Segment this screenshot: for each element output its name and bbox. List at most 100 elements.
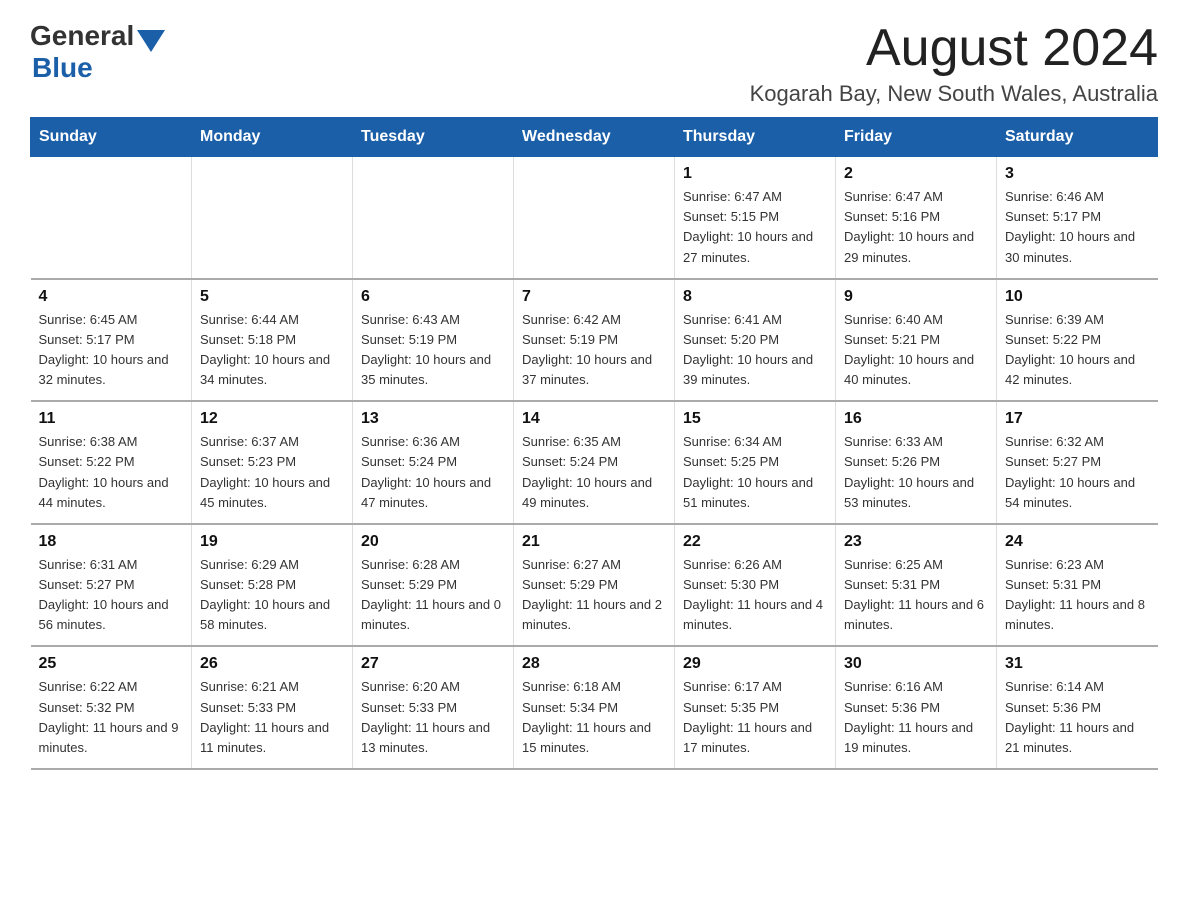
calendar-cell (192, 157, 353, 279)
calendar-cell: 13 Sunrise: 6:36 AMSunset: 5:24 PMDayligh… (353, 401, 514, 524)
calendar-cell: 2 Sunrise: 6:47 AMSunset: 5:16 PMDaylight… (836, 157, 997, 279)
weekday-header-monday: Monday (192, 118, 353, 157)
calendar-cell (514, 157, 675, 279)
day-info: Sunrise: 6:37 AMSunset: 5:23 PMDaylight:… (200, 432, 344, 513)
weekday-header-friday: Friday (836, 118, 997, 157)
calendar-week-row: 4Sunrise: 6:45 AMSunset: 5:17 PMDaylight… (31, 279, 1158, 402)
calendar-cell: 22 Sunrise: 6:26 AMSunset: 5:30 PMDayligh… (675, 524, 836, 647)
calendar-cell: 21Sunrise: 6:27 AMSunset: 5:29 PMDayligh… (514, 524, 675, 647)
day-number: 14 (522, 410, 666, 428)
day-number: 26 (200, 655, 344, 673)
logo-blue-text: Blue (32, 52, 93, 84)
day-info: Sunrise: 6:26 AMSunset: 5:30 PMDaylight:… (683, 555, 827, 636)
calendar-header-row: SundayMondayTuesdayWednesdayThursdayFrid… (31, 118, 1158, 157)
day-number: 31 (1005, 655, 1150, 673)
calendar-cell: 8 Sunrise: 6:41 AMSunset: 5:20 PMDaylight… (675, 279, 836, 402)
day-number: 16 (844, 410, 988, 428)
day-number: 24 (1005, 533, 1150, 551)
day-info: Sunrise: 6:28 AMSunset: 5:29 PMDaylight:… (361, 555, 505, 636)
day-info: Sunrise: 6:47 AMSunset: 5:16 PMDaylight:… (844, 187, 988, 268)
calendar-cell: 18 Sunrise: 6:31 AMSunset: 5:27 PMDayligh… (31, 524, 192, 647)
day-info: Sunrise: 6:23 AMSunset: 5:31 PMDaylight:… (1005, 555, 1150, 636)
calendar-cell (353, 157, 514, 279)
day-info: Sunrise: 6:17 AMSunset: 5:35 PMDaylight:… (683, 677, 827, 758)
calendar-cell: 17Sunrise: 6:32 AMSunset: 5:27 PMDayligh… (997, 401, 1158, 524)
calendar-cell: 7Sunrise: 6:42 AMSunset: 5:19 PMDaylight… (514, 279, 675, 402)
calendar-cell: 31Sunrise: 6:14 AMSunset: 5:36 PMDayligh… (997, 646, 1158, 769)
logo-triangle-icon (137, 30, 165, 52)
weekday-header-sunday: Sunday (31, 118, 192, 157)
day-info: Sunrise: 6:16 AMSunset: 5:36 PMDaylight:… (844, 677, 988, 758)
calendar-cell: 15 Sunrise: 6:34 AMSunset: 5:25 PMDayligh… (675, 401, 836, 524)
day-info: Sunrise: 6:43 AMSunset: 5:19 PMDaylight:… (361, 310, 505, 391)
calendar-cell: 29 Sunrise: 6:17 AMSunset: 5:35 PMDayligh… (675, 646, 836, 769)
day-info: Sunrise: 6:31 AMSunset: 5:27 PMDaylight:… (39, 555, 184, 636)
day-info: Sunrise: 6:34 AMSunset: 5:25 PMDaylight:… (683, 432, 827, 513)
day-number: 1 (683, 165, 827, 183)
day-info: Sunrise: 6:35 AMSunset: 5:24 PMDaylight:… (522, 432, 666, 513)
calendar-cell: 3 Sunrise: 6:46 AMSunset: 5:17 PMDaylight… (997, 157, 1158, 279)
calendar-cell: 14 Sunrise: 6:35 AMSunset: 5:24 PMDayligh… (514, 401, 675, 524)
day-number: 29 (683, 655, 827, 673)
day-info: Sunrise: 6:46 AMSunset: 5:17 PMDaylight:… (1005, 187, 1150, 268)
day-number: 11 (39, 410, 184, 428)
calendar-cell: 4Sunrise: 6:45 AMSunset: 5:17 PMDaylight… (31, 279, 192, 402)
day-number: 20 (361, 533, 505, 551)
day-number: 22 (683, 533, 827, 551)
calendar-cell: 27 Sunrise: 6:20 AMSunset: 5:33 PMDayligh… (353, 646, 514, 769)
day-info: Sunrise: 6:22 AMSunset: 5:32 PMDaylight:… (39, 677, 184, 758)
title-section: August 2024 Kogarah Bay, New South Wales… (750, 20, 1158, 107)
calendar-cell: 19Sunrise: 6:29 AMSunset: 5:28 PMDayligh… (192, 524, 353, 647)
day-number: 3 (1005, 165, 1150, 183)
day-info: Sunrise: 6:40 AMSunset: 5:21 PMDaylight:… (844, 310, 988, 391)
calendar-cell: 26 Sunrise: 6:21 AMSunset: 5:33 PMDayligh… (192, 646, 353, 769)
day-info: Sunrise: 6:29 AMSunset: 5:28 PMDaylight:… (200, 555, 344, 636)
calendar-cell: 16 Sunrise: 6:33 AMSunset: 5:26 PMDayligh… (836, 401, 997, 524)
calendar-cell: 12 Sunrise: 6:37 AMSunset: 5:23 PMDayligh… (192, 401, 353, 524)
day-number: 23 (844, 533, 988, 551)
calendar-cell: 28 Sunrise: 6:18 AMSunset: 5:34 PMDayligh… (514, 646, 675, 769)
day-info: Sunrise: 6:20 AMSunset: 5:33 PMDaylight:… (361, 677, 505, 758)
day-number: 15 (683, 410, 827, 428)
day-number: 27 (361, 655, 505, 673)
weekday-header-wednesday: Wednesday (514, 118, 675, 157)
calendar-cell: 10Sunrise: 6:39 AMSunset: 5:22 PMDayligh… (997, 279, 1158, 402)
calendar-week-row: 25Sunrise: 6:22 AMSunset: 5:32 PMDayligh… (31, 646, 1158, 769)
day-number: 21 (522, 533, 666, 551)
location-title: Kogarah Bay, New South Wales, Australia (750, 81, 1158, 107)
day-info: Sunrise: 6:25 AMSunset: 5:31 PMDaylight:… (844, 555, 988, 636)
day-info: Sunrise: 6:45 AMSunset: 5:17 PMDaylight:… (39, 310, 184, 391)
day-info: Sunrise: 6:32 AMSunset: 5:27 PMDaylight:… (1005, 432, 1150, 513)
day-number: 30 (844, 655, 988, 673)
day-number: 7 (522, 288, 666, 306)
day-info: Sunrise: 6:41 AMSunset: 5:20 PMDaylight:… (683, 310, 827, 391)
day-number: 28 (522, 655, 666, 673)
day-number: 12 (200, 410, 344, 428)
calendar-cell (31, 157, 192, 279)
calendar-week-row: 11 Sunrise: 6:38 AMSunset: 5:22 PMDayligh… (31, 401, 1158, 524)
calendar-cell: 1Sunrise: 6:47 AMSunset: 5:15 PMDaylight… (675, 157, 836, 279)
weekday-header-thursday: Thursday (675, 118, 836, 157)
weekday-header-tuesday: Tuesday (353, 118, 514, 157)
day-info: Sunrise: 6:36 AMSunset: 5:24 PMDaylight:… (361, 432, 505, 513)
day-info: Sunrise: 6:38 AMSunset: 5:22 PMDaylight:… (39, 432, 184, 513)
day-number: 9 (844, 288, 988, 306)
calendar-cell: 11 Sunrise: 6:38 AMSunset: 5:22 PMDayligh… (31, 401, 192, 524)
day-info: Sunrise: 6:33 AMSunset: 5:26 PMDaylight:… (844, 432, 988, 513)
day-info: Sunrise: 6:44 AMSunset: 5:18 PMDaylight:… (200, 310, 344, 391)
month-title: August 2024 (750, 20, 1158, 77)
day-number: 8 (683, 288, 827, 306)
logo: General Blue (30, 20, 165, 84)
day-number: 6 (361, 288, 505, 306)
day-number: 13 (361, 410, 505, 428)
calendar-cell: 25Sunrise: 6:22 AMSunset: 5:32 PMDayligh… (31, 646, 192, 769)
day-info: Sunrise: 6:21 AMSunset: 5:33 PMDaylight:… (200, 677, 344, 758)
day-number: 18 (39, 533, 184, 551)
logo-general-text: General (30, 20, 134, 52)
calendar-cell: 9 Sunrise: 6:40 AMSunset: 5:21 PMDaylight… (836, 279, 997, 402)
day-info: Sunrise: 6:39 AMSunset: 5:22 PMDaylight:… (1005, 310, 1150, 391)
calendar-week-row: 1Sunrise: 6:47 AMSunset: 5:15 PMDaylight… (31, 157, 1158, 279)
day-number: 2 (844, 165, 988, 183)
calendar-cell: 30 Sunrise: 6:16 AMSunset: 5:36 PMDayligh… (836, 646, 997, 769)
day-info: Sunrise: 6:18 AMSunset: 5:34 PMDaylight:… (522, 677, 666, 758)
